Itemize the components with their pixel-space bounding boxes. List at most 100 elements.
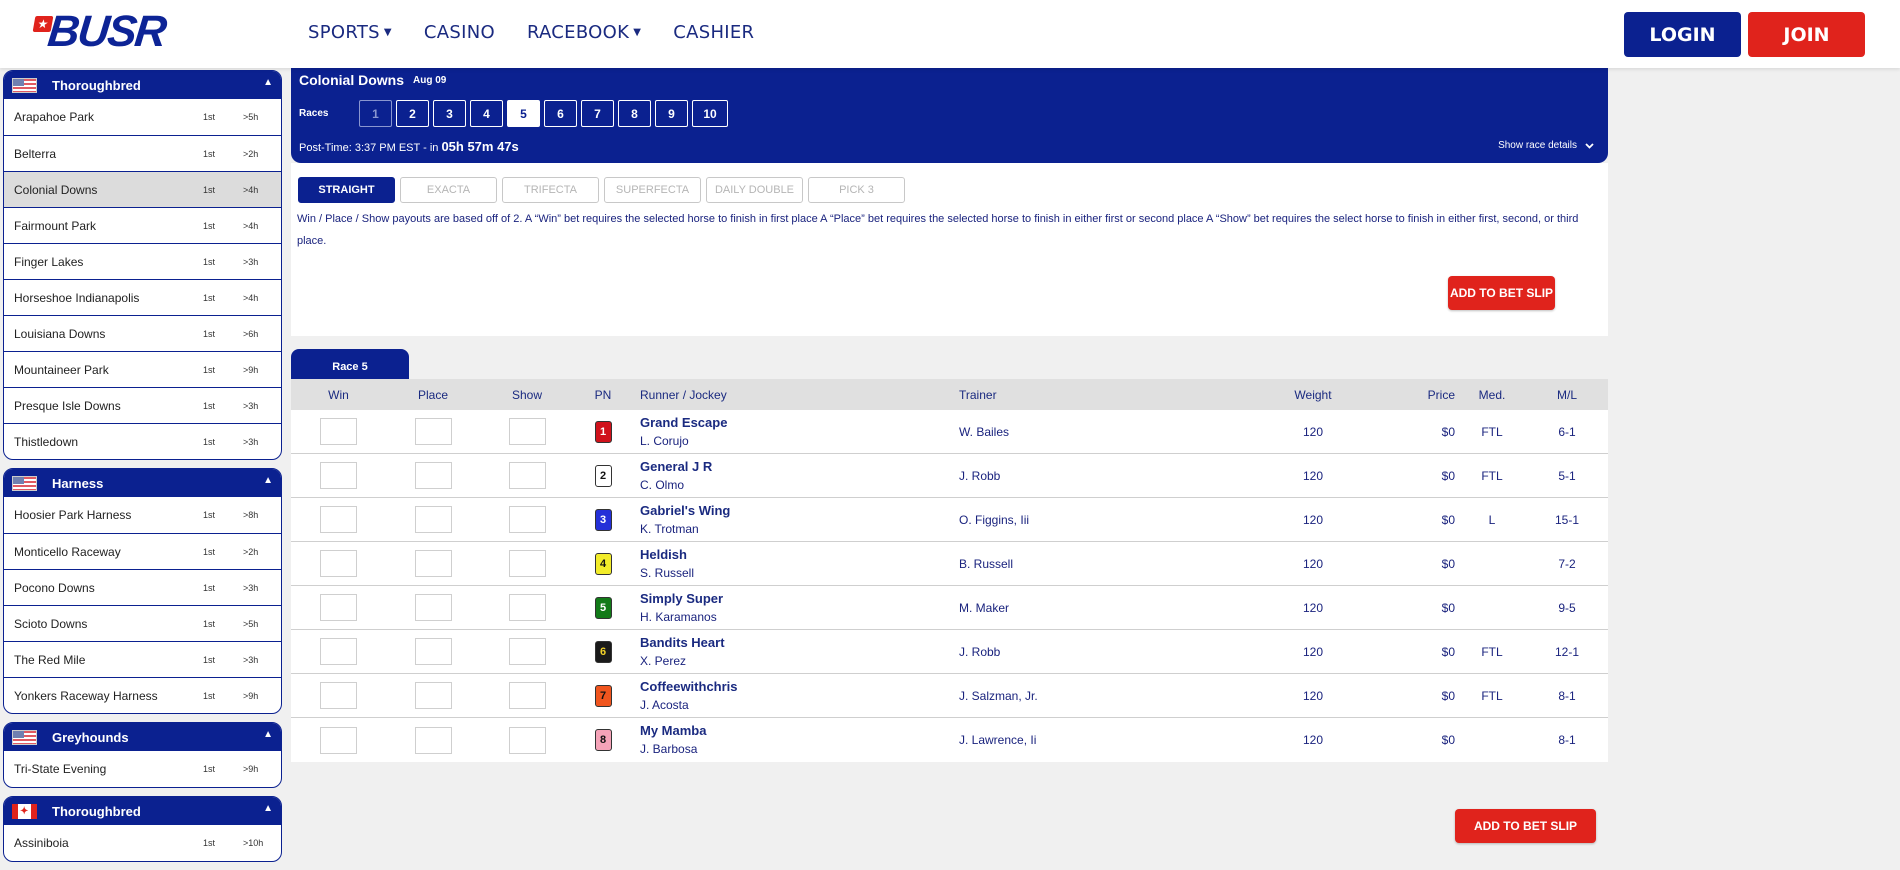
win-bet-input[interactable] bbox=[320, 726, 357, 754]
win-bet-input[interactable] bbox=[320, 418, 357, 445]
show-bet-input[interactable] bbox=[508, 594, 546, 621]
bet-tab-daily-double[interactable]: DAILY DOUBLE bbox=[706, 177, 803, 203]
chevron-up-icon[interactable]: ▲ bbox=[263, 729, 273, 740]
nav-item-cashier[interactable]: CASHIER bbox=[673, 22, 754, 43]
sidebar-track-item[interactable]: Scioto Downs 1st >5h bbox=[4, 605, 281, 641]
trainer-name: J. Robb bbox=[959, 644, 1001, 659]
runner-name[interactable]: Grand Escape bbox=[640, 413, 959, 432]
runner-name[interactable]: Bandits Heart bbox=[640, 633, 959, 652]
runner-name[interactable]: Gabriel's Wing bbox=[640, 501, 959, 520]
nav-item-casino[interactable]: CASINO bbox=[424, 22, 495, 43]
sidebar-track-item[interactable]: Finger Lakes 1st >3h bbox=[4, 243, 281, 279]
nav-item-sports[interactable]: SPORTS ▼ bbox=[308, 22, 392, 43]
chevron-up-icon[interactable]: ▲ bbox=[263, 475, 273, 486]
bet-tab-straight[interactable]: STRAIGHT bbox=[298, 177, 395, 203]
race-button-8[interactable]: 8 bbox=[618, 100, 651, 127]
bet-tab-trifecta[interactable]: TRIFECTA bbox=[502, 177, 599, 203]
race-button-5[interactable]: 5 bbox=[507, 100, 540, 127]
runner-name[interactable]: My Mamba bbox=[640, 721, 959, 740]
place-bet-input[interactable] bbox=[414, 462, 452, 489]
runner-name[interactable]: Heldish bbox=[640, 545, 959, 564]
place-bet-input[interactable] bbox=[414, 506, 452, 533]
sidebar-track-item[interactable]: Arapahoe Park 1st >5h bbox=[4, 99, 281, 135]
show-bet-input[interactable] bbox=[508, 418, 546, 445]
add-to-bet-slip-button-bottom[interactable]: ADD TO BET SLIP bbox=[1455, 809, 1596, 843]
track-name: Hoosier Park Harness bbox=[14, 508, 132, 522]
track-group-header[interactable]: Harness ▲ bbox=[4, 469, 281, 497]
runner-name[interactable]: Simply Super bbox=[640, 589, 959, 608]
sidebar-track-item[interactable]: Pocono Downs 1st >3h bbox=[4, 569, 281, 605]
race-button-10[interactable]: 10 bbox=[692, 100, 728, 127]
race-button-7[interactable]: 7 bbox=[581, 100, 614, 127]
sidebar-track-item[interactable]: Louisiana Downs 1st >6h bbox=[4, 315, 281, 351]
add-to-bet-slip-button[interactable]: ADD TO BET SLIP bbox=[1448, 276, 1555, 310]
show-bet-input[interactable] bbox=[508, 506, 546, 533]
morning-line: 9-5 bbox=[1558, 600, 1576, 615]
bet-tab-pick-3[interactable]: PICK 3 bbox=[808, 177, 905, 203]
race-button-9[interactable]: 9 bbox=[655, 100, 688, 127]
show-bet-input[interactable] bbox=[508, 682, 546, 709]
col-show: Show bbox=[511, 387, 543, 402]
place-bet-input[interactable] bbox=[414, 638, 452, 665]
place-bet-input[interactable] bbox=[414, 594, 452, 621]
show-bet-input[interactable] bbox=[508, 726, 546, 754]
win-bet-input[interactable] bbox=[320, 682, 357, 709]
win-bet-input[interactable] bbox=[320, 594, 357, 621]
track-next-race: 1st bbox=[203, 436, 216, 447]
sidebar-track-item[interactable]: Monticello Raceway 1st >2h bbox=[4, 533, 281, 569]
place-bet-input[interactable] bbox=[414, 682, 452, 709]
track-group-header[interactable]: Greyhounds ▲ bbox=[4, 723, 281, 751]
track-time-to-post: >4h bbox=[243, 184, 259, 195]
price: $0 bbox=[1441, 424, 1455, 439]
sidebar-track-item[interactable]: Assiniboia 1st >10h bbox=[4, 825, 281, 861]
chevron-down-icon bbox=[1585, 142, 1594, 149]
race-button-4[interactable]: 4 bbox=[470, 100, 503, 127]
runner-name[interactable]: General J R bbox=[640, 457, 959, 476]
nav-label: CASINO bbox=[423, 22, 495, 43]
show-race-details-toggle[interactable]: Show race details bbox=[1498, 140, 1594, 151]
show-bet-input[interactable] bbox=[508, 638, 546, 665]
show-bet-input[interactable] bbox=[508, 550, 546, 577]
sidebar-track-item[interactable]: Horseshoe Indianapolis 1st >4h bbox=[4, 279, 281, 315]
track-name: Arapahoe Park bbox=[14, 110, 95, 124]
login-button[interactable]: LOGIN bbox=[1624, 12, 1741, 57]
chevron-up-icon[interactable]: ▲ bbox=[263, 803, 273, 814]
chevron-up-icon[interactable]: ▲ bbox=[263, 77, 273, 88]
track-group-header[interactable]: Thoroughbred ▲ bbox=[4, 797, 281, 825]
place-bet-input[interactable] bbox=[414, 726, 452, 754]
runner-row: 3 Gabriel's Wing K. Trotman O. Figgins, Iii… bbox=[291, 498, 1608, 542]
sidebar-track-item[interactable]: Belterra 1st >2h bbox=[4, 135, 281, 171]
nav-item-racebook[interactable]: RACEBOOK ▼ bbox=[527, 22, 641, 43]
win-bet-input[interactable] bbox=[320, 550, 357, 577]
runner-name[interactable]: Coffeewithchris bbox=[640, 677, 959, 696]
sidebar-track-item[interactable]: Thistledown 1st >3h bbox=[4, 423, 281, 459]
sidebar-track-item[interactable]: Colonial Downs 1st >4h bbox=[4, 171, 281, 207]
sidebar-track-item[interactable]: Presque Isle Downs 1st >3h bbox=[4, 387, 281, 423]
sidebar-track-item[interactable]: Hoosier Park Harness 1st >8h bbox=[4, 497, 281, 533]
sidebar-track-item[interactable]: Fairmount Park 1st >4h bbox=[4, 207, 281, 243]
cell-win bbox=[291, 550, 386, 577]
race-button-2[interactable]: 2 bbox=[396, 100, 429, 127]
race-button-6[interactable]: 6 bbox=[544, 100, 577, 127]
place-bet-input[interactable] bbox=[414, 418, 452, 445]
win-bet-input[interactable] bbox=[320, 506, 357, 533]
busr-logo[interactable]: ★ BUSR bbox=[32, 7, 167, 56]
place-bet-input[interactable] bbox=[414, 550, 452, 577]
race-button-1[interactable]: 1 bbox=[359, 100, 392, 127]
jockey-name: S. Russell bbox=[640, 565, 695, 580]
cell-runner: Grand Escape L. Corujo bbox=[632, 413, 959, 451]
sidebar-track-item[interactable]: Tri-State Evening 1st >9h bbox=[4, 751, 281, 787]
track-name: Yonkers Raceway Harness bbox=[14, 688, 158, 703]
bet-tab-superfecta[interactable]: SUPERFECTA bbox=[604, 177, 701, 203]
win-bet-input[interactable] bbox=[320, 462, 357, 489]
race-button-3[interactable]: 3 bbox=[433, 100, 466, 127]
join-button[interactable]: JOIN bbox=[1748, 12, 1865, 57]
show-bet-input[interactable] bbox=[508, 462, 546, 489]
sidebar-track-item[interactable]: Yonkers Raceway Harness 1st >9h bbox=[4, 677, 281, 713]
track-group-header[interactable]: Thoroughbred ▲ bbox=[4, 71, 281, 99]
sidebar-track-item[interactable]: Mountaineer Park 1st >9h bbox=[4, 351, 281, 387]
bet-tab-exacta[interactable]: EXACTA bbox=[400, 177, 497, 203]
race-tab[interactable]: Race 5 bbox=[291, 349, 409, 379]
win-bet-input[interactable] bbox=[320, 638, 357, 665]
sidebar-track-item[interactable]: The Red Mile 1st >3h bbox=[4, 641, 281, 677]
